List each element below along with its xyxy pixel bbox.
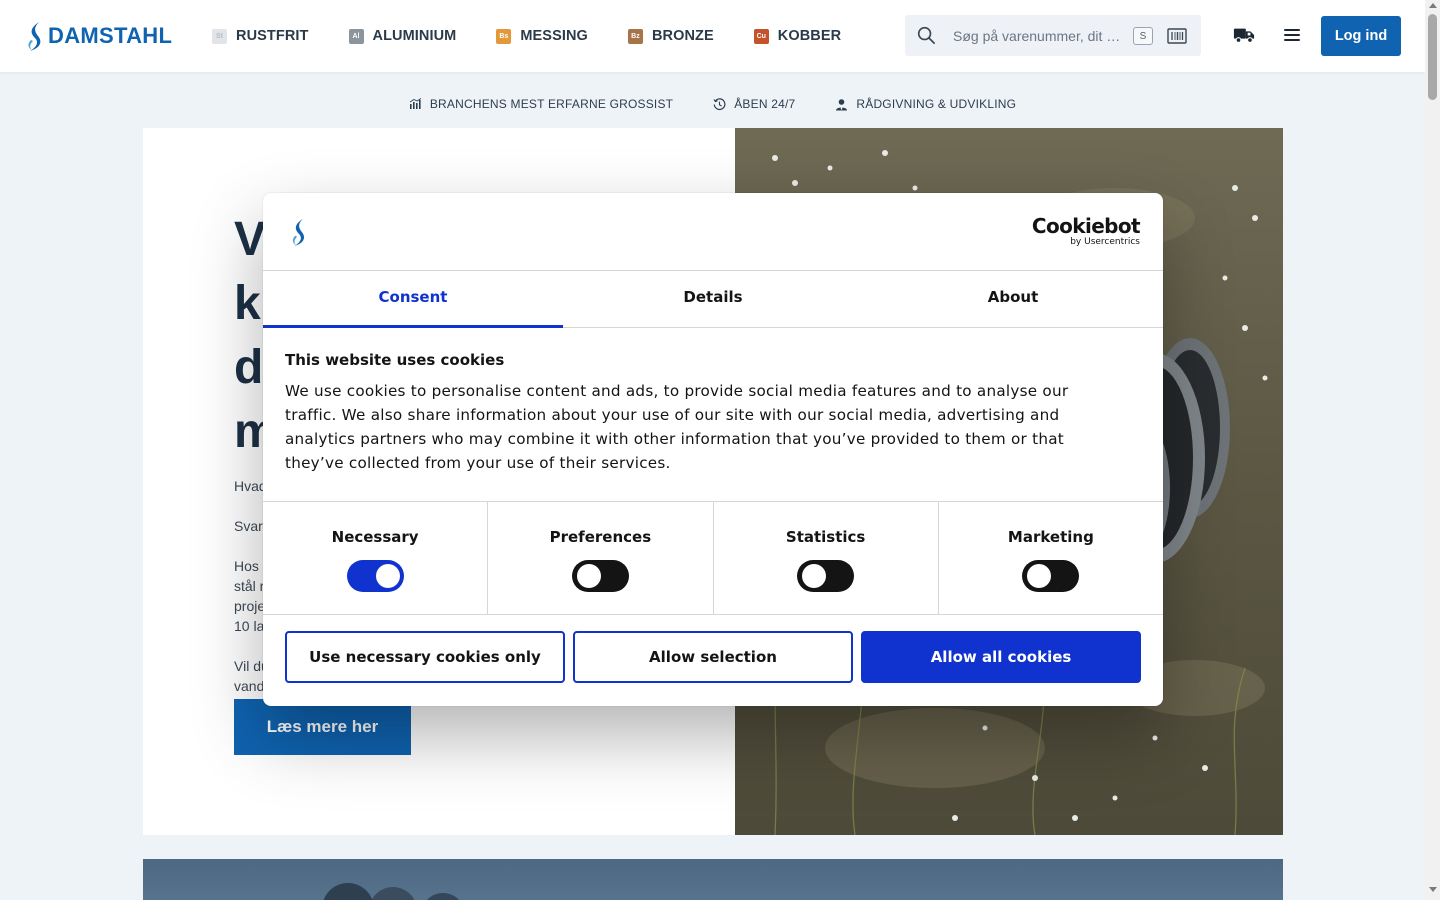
use-necessary-only-button[interactable]: Use necessary cookies only xyxy=(285,631,565,683)
toggle-knob xyxy=(576,564,601,588)
cookie-dialog-header: Cookiebot by Usercentrics xyxy=(263,193,1163,271)
toggle-knob xyxy=(375,564,400,588)
category-label: Marketing xyxy=(1007,528,1094,546)
statistics-toggle[interactable] xyxy=(797,560,855,592)
category-statistics: Statistics xyxy=(714,502,939,614)
cookie-action-buttons: Use necessary cookies only Allow selecti… xyxy=(285,631,1141,683)
category-necessary: Necessary xyxy=(263,502,489,614)
tab-about[interactable]: About xyxy=(863,271,1163,327)
category-label: Preferences xyxy=(549,528,652,546)
cookie-heading: This website uses cookies xyxy=(285,351,505,369)
tab-consent[interactable]: Consent xyxy=(263,271,563,328)
preferences-toggle[interactable] xyxy=(571,560,629,592)
toggle-knob xyxy=(1027,564,1052,588)
marketing-toggle[interactable] xyxy=(1022,560,1080,592)
allow-selection-button[interactable]: Allow selection xyxy=(573,631,853,683)
category-label: Necessary xyxy=(331,528,419,546)
cookiebot-logo[interactable]: Cookiebot by Usercentrics xyxy=(1031,214,1141,248)
scrollbar-thumb[interactable] xyxy=(1428,14,1437,100)
cookie-dialog-body: This website uses cookies We use cookies… xyxy=(285,351,1095,475)
cookie-category-toggles: Necessary Preferences Statistics Marketi… xyxy=(263,501,1163,615)
cookie-description: We use cookies to personalise content an… xyxy=(285,382,1069,472)
allow-all-cookies-button[interactable]: Allow all cookies xyxy=(861,631,1141,683)
cookiebot-subtitle: by Usercentrics xyxy=(1070,237,1140,247)
category-preferences: Preferences xyxy=(488,502,714,614)
tab-details[interactable]: Details xyxy=(563,271,863,327)
necessary-toggle[interactable] xyxy=(346,560,404,592)
damstahl-dialog-logo-icon xyxy=(292,218,305,247)
category-marketing: Marketing xyxy=(939,502,1163,614)
page-scrollbar[interactable] xyxy=(1425,0,1440,900)
scroll-up-arrow-icon[interactable] xyxy=(1429,3,1437,8)
scroll-down-arrow-icon[interactable] xyxy=(1429,887,1437,892)
cookiebot-name: Cookiebot xyxy=(1031,214,1141,238)
toggle-knob xyxy=(802,564,827,588)
cookie-tabs: Consent Details About xyxy=(263,271,1163,328)
cookie-consent-dialog: Cookiebot by Usercentrics Consent Detail… xyxy=(263,193,1163,706)
category-label: Statistics xyxy=(785,528,866,546)
